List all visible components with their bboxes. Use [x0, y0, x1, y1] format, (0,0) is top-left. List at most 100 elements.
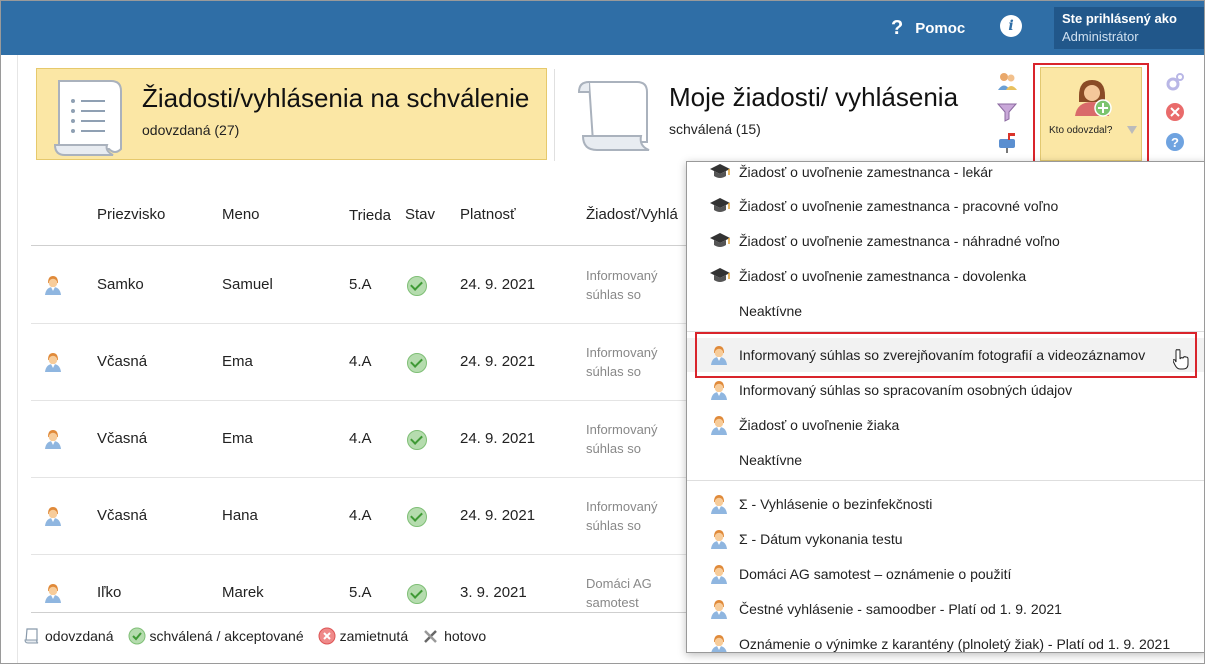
cell-validity: 24. 9. 2021 [460, 352, 536, 370]
reject-circle-icon [318, 627, 336, 645]
dropdown-item-label: Neaktívne [739, 452, 803, 468]
dropdown-item[interactable]: Žiadosť o uvoľnenie zamestnanca - lekár [687, 162, 1204, 189]
tile-subtitle: odovzdaná (27) [142, 122, 240, 138]
tile-my-requests[interactable]: Moje žiadosti/ vyhlásenia schválená (15) [561, 68, 981, 160]
legend-submitted: odovzdaná [23, 627, 114, 645]
cell-surname: Iľko [97, 583, 122, 601]
cell-request: Informovaný súhlas so zverejňovaním foto… [586, 421, 658, 456]
row-divider [31, 477, 691, 478]
cell-class: 4.A [349, 506, 372, 524]
cell-validity: 24. 9. 2021 [460, 275, 536, 293]
tools-icon [424, 630, 437, 643]
scroll-document-icon [577, 81, 650, 151]
info-icon[interactable]: i [1000, 15, 1022, 37]
dropdown-item[interactable]: Oznámenie o výnimke z karantény (plnolet… [687, 627, 1204, 652]
status-approved-icon [407, 583, 427, 604]
legend-rejected: zamietnutá [318, 627, 408, 645]
graduation-cap-icon [710, 233, 730, 247]
tile-title: Moje žiadosti/ vyhlásenia [669, 82, 959, 112]
dropdown-item-label: Čestné vyhlásenie - samoodber - Platí od… [739, 601, 1062, 617]
dropdown-item[interactable]: Σ - Dátum vykonania testu [687, 522, 1204, 556]
users-icon[interactable] [996, 70, 1018, 92]
col-header-surname[interactable]: Priezvisko [97, 206, 165, 223]
dropdown-item[interactable]: Σ - Vyhlásenie o bezinfekčnosti [687, 487, 1204, 521]
dropdown-group-inactive[interactable]: Neaktívne [687, 294, 1204, 328]
legend-done: hotovo [422, 627, 486, 645]
cell-name: Ema [222, 429, 253, 447]
student-icon [711, 565, 727, 584]
document-list-icon [53, 80, 122, 156]
gear-icon[interactable] [1164, 71, 1186, 93]
cell-class: 5.A [349, 583, 372, 601]
col-header-name[interactable]: Meno [222, 206, 260, 223]
cell-validity: 3. 9. 2021 [460, 583, 527, 601]
cell-surname: Včasná [97, 429, 148, 447]
graduation-cap-icon [710, 198, 730, 212]
student-icon [45, 583, 61, 603]
table-bottom-divider [31, 612, 691, 613]
dropdown-item[interactable]: Informovaný súhlas so zverejňovaním foto… [687, 338, 1204, 372]
help-icon[interactable]: ? [1164, 131, 1186, 153]
cell-validity: 24. 9. 2021 [460, 429, 536, 447]
user-label: Ste prihlásený ako [1062, 11, 1177, 26]
dropdown-item-label: Žiadosť o uvoľnenie zamestnanca - náhrad… [739, 233, 1060, 249]
check-circle-icon [128, 627, 146, 645]
cell-request: Informovaný súhlas so zverejňovaním foto… [586, 498, 658, 533]
status-approved-icon [407, 352, 427, 373]
dropdown-item[interactable]: Čestné vyhlásenie - samoodber - Platí od… [687, 592, 1204, 626]
cell-surname: Včasná [97, 352, 148, 370]
legend-rejected-label: zamietnutá [339, 628, 409, 644]
cell-request: Informovaný súhlas so spracovaním osobný… [586, 344, 658, 379]
cell-class: 4.A [349, 352, 372, 370]
cell-surname: Samko [97, 275, 144, 293]
row-divider [31, 554, 691, 555]
cell-surname: Včasná [97, 506, 148, 524]
cell-name: Marek [222, 583, 264, 601]
col-header-status[interactable]: Stav [405, 206, 435, 223]
cell-name: Ema [222, 352, 253, 370]
legend: odovzdaná schválená / akceptované zamiet… [23, 627, 500, 645]
row-divider [31, 323, 691, 324]
dropdown-item-label: Domáci AG samotest – oznámenie o použití [739, 566, 1012, 582]
dropdown-group-inactive[interactable]: Neaktívne [687, 443, 1204, 477]
app-window: ? Pomoc i Ste prihlásený ako Administrát… [0, 0, 1205, 664]
dropdown-item[interactable]: Informovaný súhlas so spracovaním osobný… [687, 373, 1204, 407]
legend-done-label: hotovo [444, 628, 487, 644]
cell-request: Domáci AG samotest [586, 575, 652, 610]
chevron-down-icon [1127, 126, 1137, 134]
question-icon: ? [891, 17, 904, 39]
student-icon [711, 416, 727, 435]
dropdown-item-label: Žiadosť o uvoľnenie zamestnanca - pracov… [739, 198, 1059, 214]
cell-class: 4.A [349, 429, 372, 447]
close-icon[interactable] [1164, 101, 1186, 123]
dropdown-item[interactable]: Žiadosť o uvoľnenie žiaka [687, 408, 1204, 442]
who-submitted-button[interactable]: Kto odovzdal? [1040, 67, 1142, 161]
top-bar: ? Pomoc i Ste prihlásený ako Administrát… [1, 1, 1204, 55]
dropdown-item-label: Žiadosť o uvoľnenie žiaka [739, 417, 900, 433]
hand-cursor-icon [1173, 349, 1189, 370]
status-approved-icon [407, 275, 427, 296]
dropdown-separator [687, 480, 1204, 481]
student-icon [45, 352, 61, 372]
student-icon [711, 600, 727, 619]
dropdown-item-label: Informovaný súhlas so zverejňovaním foto… [739, 347, 1146, 363]
dropdown-item[interactable]: Žiadosť o uvoľnenie zamestnanca - dovole… [687, 259, 1204, 293]
dropdown-item[interactable]: Žiadosť o uvoľnenie zamestnanca - náhrad… [687, 224, 1204, 258]
dropdown-item[interactable]: Žiadosť o uvoľnenie zamestnanca - pracov… [687, 189, 1204, 223]
filter-icon[interactable] [996, 101, 1018, 123]
help-button[interactable]: ? Pomoc [891, 17, 965, 40]
help-label: Pomoc [915, 20, 966, 37]
dropdown-item-label: Žiadosť o uvoľnenie zamestnanca - dovole… [739, 268, 1027, 284]
col-header-request[interactable]: Žiadosť/Vyhlá [586, 206, 678, 223]
tile-requests-to-approve[interactable]: Žiadosti/vyhlásenia na schválenie odovzd… [36, 68, 547, 160]
dropdown-item[interactable]: Domáci AG samotest – oznámenie o použití [687, 557, 1204, 591]
legend-approved-label: schválená / akceptované [149, 628, 304, 644]
user-box[interactable]: Ste prihlásený ako Administrátor [1054, 7, 1204, 49]
student-icon [711, 346, 727, 365]
dropdown-item-label: Σ - Dátum vykonania testu [739, 531, 903, 547]
col-header-validity[interactable]: Platnosť [460, 206, 516, 223]
mailbox-icon[interactable] [996, 131, 1018, 153]
user-role: Administrátor [1062, 29, 1139, 44]
cell-name: Hana [222, 506, 258, 524]
col-header-class[interactable]: Trieda [349, 207, 391, 224]
